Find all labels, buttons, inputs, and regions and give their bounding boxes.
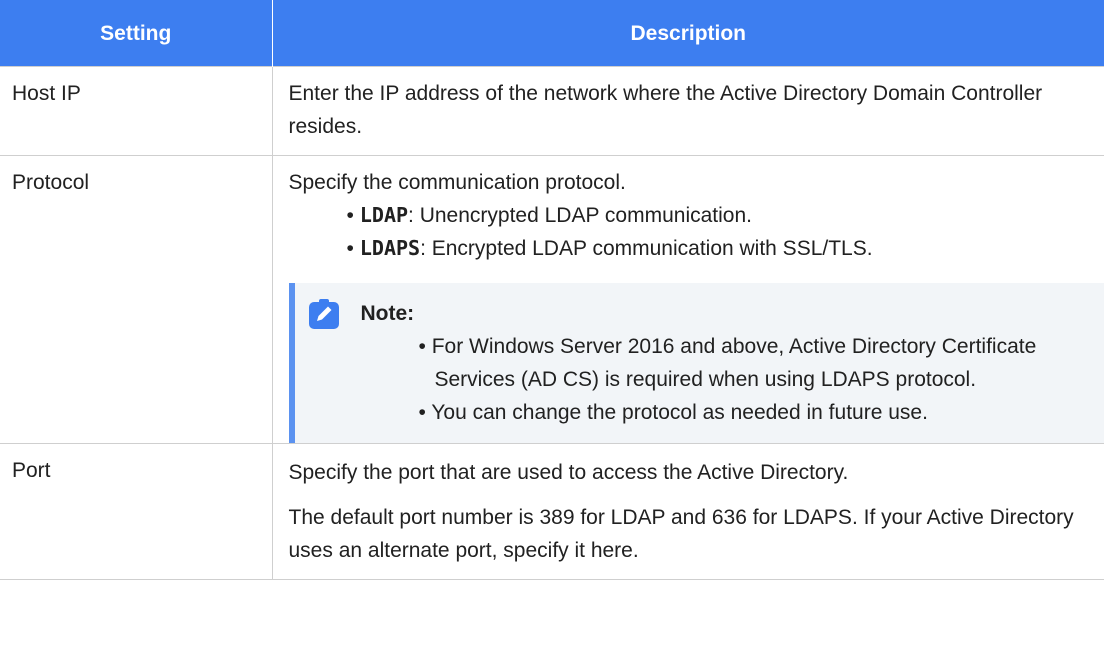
note-title: Note: — [360, 302, 415, 325]
option-term: LDAP — [359, 203, 409, 227]
list-item: • For Windows Server 2016 and above, Act… — [418, 335, 1037, 391]
setting-description-cell: Specify the port that are used to access… — [271, 443, 1104, 580]
table-row: Protocol Specify the communication proto… — [0, 155, 1104, 444]
setting-description: Enter the IP address of the network wher… — [271, 66, 1104, 156]
setting-description-cell: Specify the communication protocol. • LDA… — [271, 155, 1104, 444]
table-row: Port Specify the port that are used to a… — [0, 443, 1104, 580]
pencil-note-icon — [308, 298, 339, 329]
note-box: Note: • For Windows Server 2016 and abov… — [288, 283, 1104, 443]
note-item-text: You can change the protocol as needed in… — [431, 401, 928, 424]
settings-table: Setting Description Host IP Enter the IP… — [0, 0, 1104, 580]
description-paragraph: The default port number is 389 for LDAP … — [288, 506, 1074, 562]
option-text: : Encrypted LDAP communication with SSL/… — [420, 237, 873, 260]
setting-name: Host IP — [0, 66, 273, 156]
column-header-setting: Setting — [0, 0, 273, 67]
option-term: LDAPS — [359, 236, 421, 260]
list-item: • You can change the protocol as needed … — [418, 401, 928, 424]
column-header-description: Description — [272, 0, 1104, 67]
table-header: Setting Description — [0, 0, 1104, 67]
option-text: : Unencrypted LDAP communication. — [408, 204, 752, 227]
table-row: Host IP Enter the IP address of the netw… — [0, 66, 1104, 156]
setting-description: Specify the communication protocol. — [288, 171, 626, 194]
note-item-text: For Windows Server 2016 and above, Activ… — [431, 335, 1037, 391]
protocol-options: • LDAP: Unencrypted LDAP communication. •… — [289, 199, 1086, 265]
list-item: • LDAP: Unencrypted LDAP communication. — [346, 203, 752, 227]
setting-name: Protocol — [0, 155, 273, 444]
list-item: • LDAPS: Encrypted LDAP communication wit… — [346, 236, 873, 260]
description-paragraph: Specify the port that are used to access… — [288, 461, 849, 484]
note-list: • For Windows Server 2016 and above, Act… — [309, 330, 1086, 429]
setting-name: Port — [0, 443, 273, 580]
